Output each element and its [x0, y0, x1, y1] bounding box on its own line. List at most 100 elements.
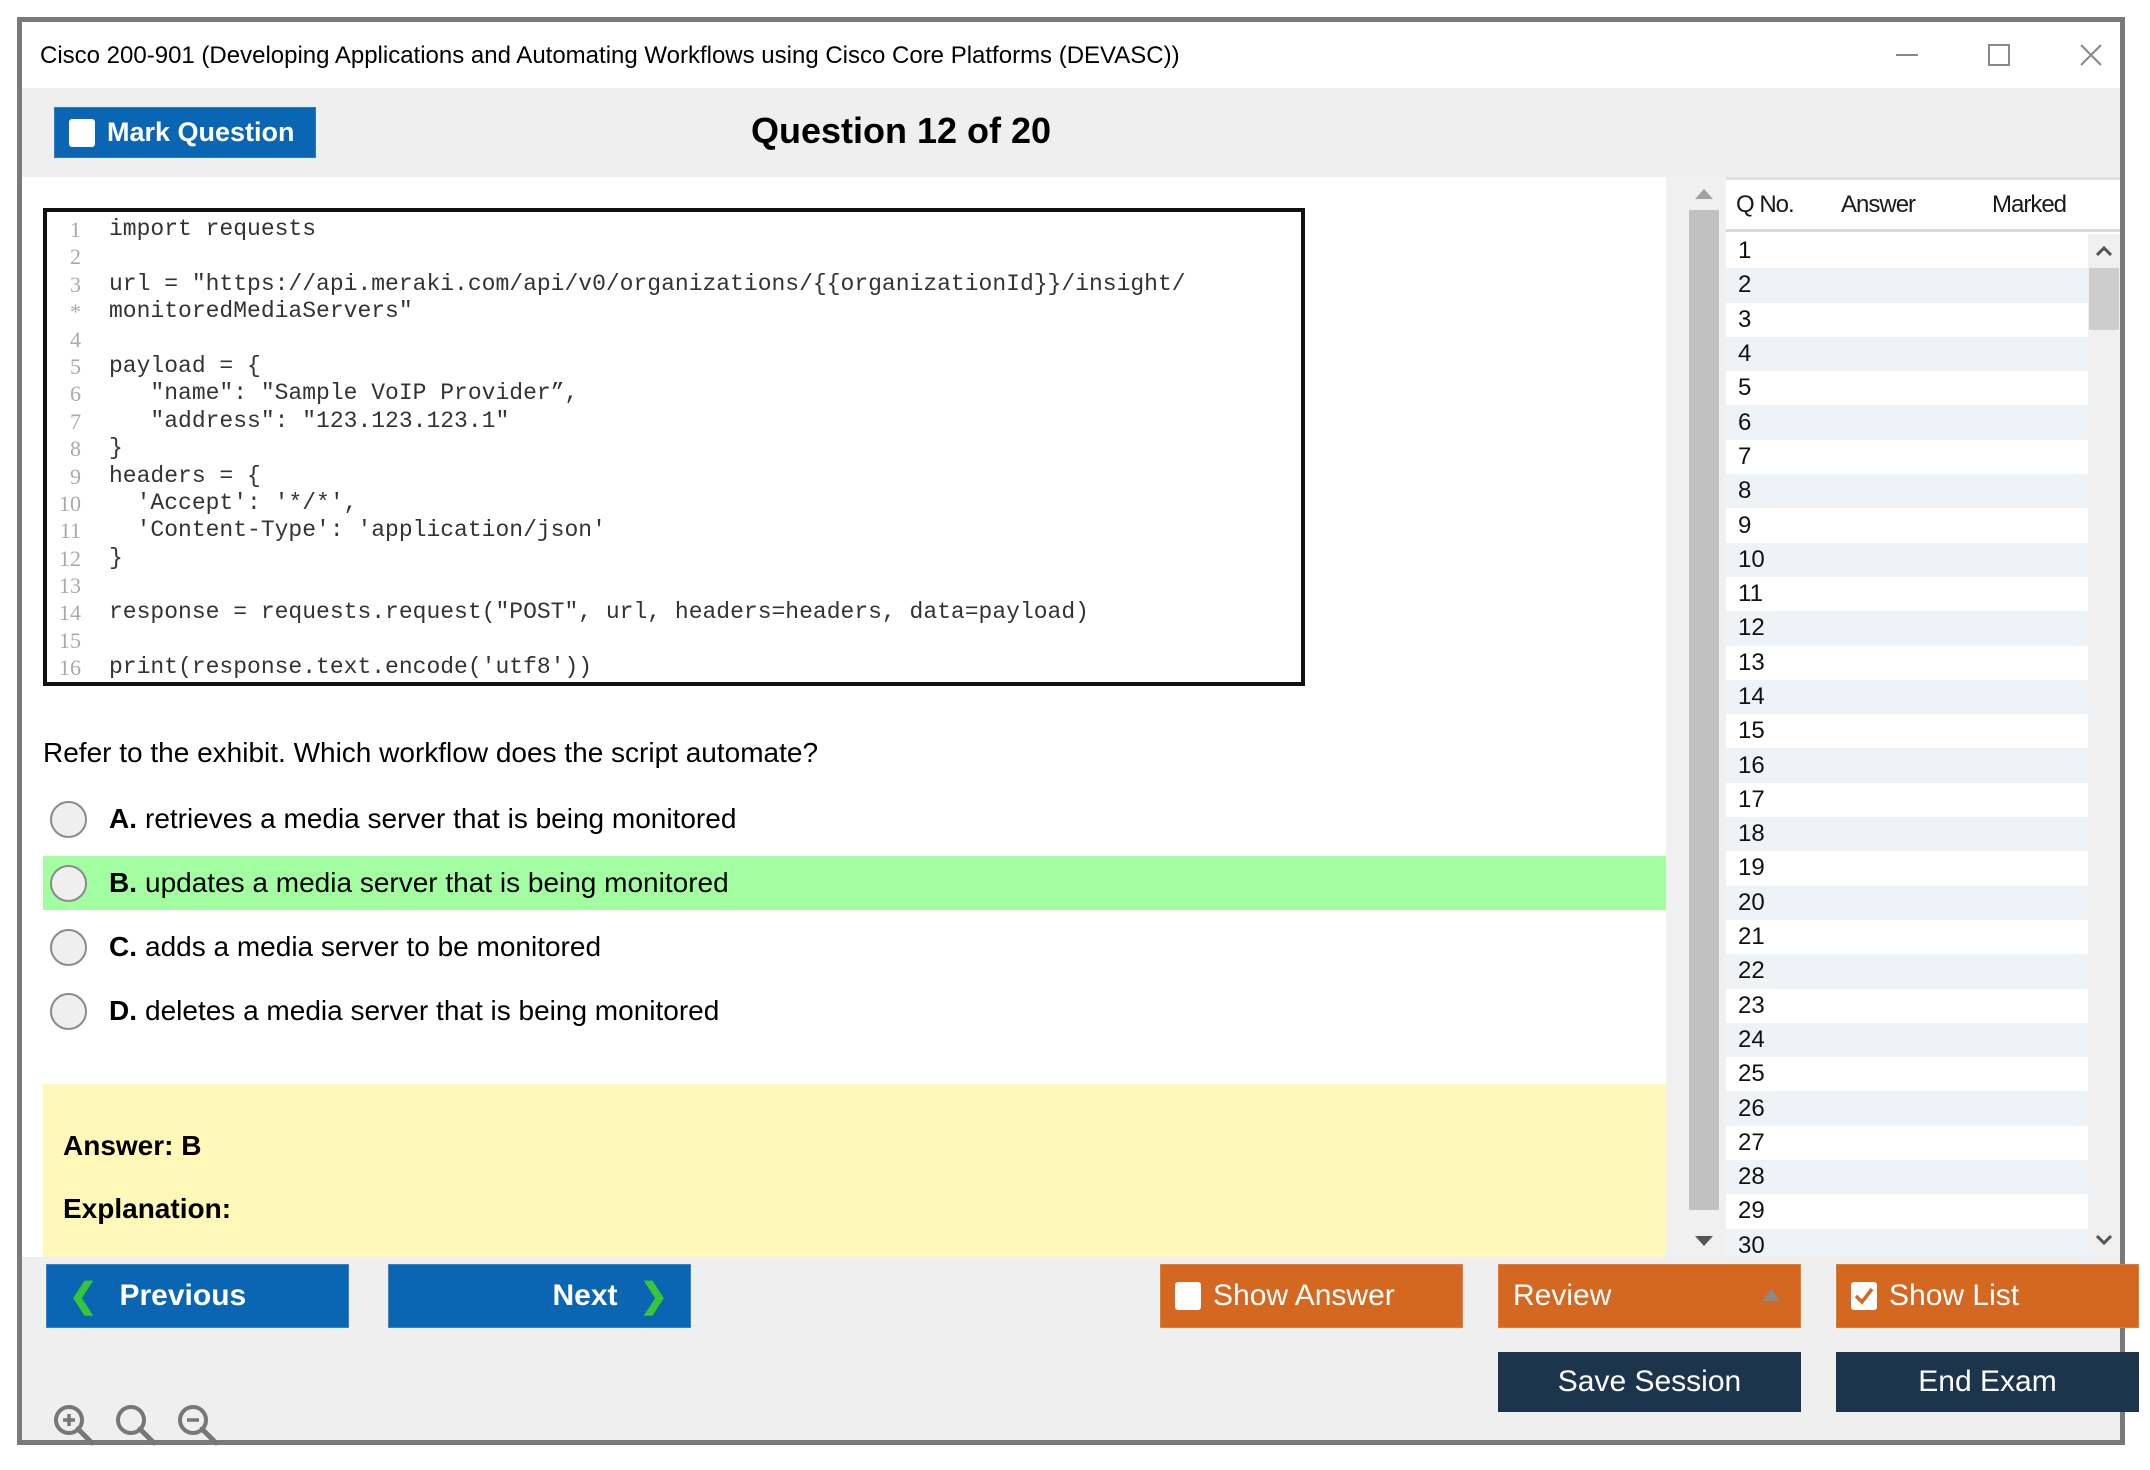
scroll-down-arrow-icon[interactable]	[1686, 1224, 1722, 1257]
line-number: 16	[59, 655, 81, 681]
maximize-icon[interactable]	[1974, 32, 2024, 78]
close-icon[interactable]	[2066, 32, 2116, 78]
question-list-row[interactable]: 28	[1726, 1160, 2088, 1195]
next-button[interactable]: Next ❯	[388, 1264, 691, 1328]
question-number: 24	[1738, 1025, 1765, 1053]
question-list-row[interactable]: 10	[1726, 542, 2088, 577]
question-list-row[interactable]: 24	[1726, 1022, 2088, 1058]
question-number: 25	[1738, 1060, 1765, 1088]
line-number: 15	[59, 627, 81, 653]
question-list-row[interactable]: 6	[1726, 405, 2088, 440]
line-number: 9	[70, 463, 81, 489]
radio-button[interactable]	[50, 928, 87, 966]
question-number: 27	[1738, 1128, 1765, 1156]
code-line: 8}	[47, 435, 1301, 462]
question-list-row[interactable]: 5	[1726, 371, 2088, 405]
line-number: 2	[70, 244, 81, 270]
chevron-right-icon: ❯	[639, 1277, 669, 1315]
option-letter: B.	[109, 867, 137, 898]
chevron-up-icon[interactable]	[2088, 234, 2120, 268]
code-line: 5 payload = {	[47, 353, 1301, 380]
line-number: 4	[70, 326, 81, 352]
previous-button[interactable]: ❮ Previous	[46, 1264, 349, 1328]
show-list-checkbox-icon[interactable]	[1851, 1282, 1877, 1310]
column-marked: Marked	[1992, 190, 2067, 218]
question-list-row[interactable]: 11	[1726, 577, 2088, 611]
show-answer-button[interactable]: Show Answer	[1160, 1264, 1463, 1328]
option-c[interactable]: C. adds a media server to be monitored	[43, 920, 1666, 974]
option-text: updates a media server that is being mon…	[145, 867, 729, 898]
line-number: 14	[59, 600, 81, 626]
exam-window: Cisco 200-901 (Developing Applications a…	[17, 17, 2139, 1447]
question-list-row[interactable]: 16	[1726, 748, 2088, 783]
question-list-row[interactable]: 2	[1726, 268, 2088, 303]
chevron-down-icon[interactable]	[2088, 1223, 2120, 1257]
code-line: * monitoredMediaServers"	[47, 298, 1301, 325]
zoom-out-icon[interactable]	[176, 1403, 220, 1447]
save-session-button[interactable]: Save Session	[1498, 1352, 1801, 1412]
question-list-row[interactable]: 21	[1726, 920, 2088, 954]
line-number: 10	[59, 490, 81, 516]
question-list-row[interactable]: 1	[1726, 234, 2088, 268]
show-answer-checkbox-icon[interactable]	[1175, 1282, 1201, 1310]
option-b[interactable]: B. updates a media server that is being m…	[43, 856, 1666, 910]
question-list-row[interactable]: 26	[1726, 1091, 2088, 1126]
zoom-in-icon[interactable]	[52, 1403, 96, 1447]
question-list-row[interactable]: 14	[1726, 679, 2088, 715]
option-letter: C.	[109, 931, 137, 962]
code-line: 9 headers = {	[47, 463, 1301, 490]
question-list-row[interactable]: 12	[1726, 611, 2088, 646]
question-list-row[interactable]: 19	[1726, 851, 2088, 885]
code-line: 6 "name": "Sample VoIP Provider”,	[47, 380, 1301, 407]
question-content: 1 import requests 2 3 url = "https://api.mer…	[22, 177, 1666, 1257]
question-list-row[interactable]: 9	[1726, 508, 2088, 542]
column-qno: Q No.	[1736, 190, 1795, 218]
question-list-row[interactable]: 15	[1726, 714, 2088, 748]
caret-up-icon	[1762, 1289, 1780, 1301]
question-list-row[interactable]: 3	[1726, 303, 2088, 337]
code-line: 15	[47, 627, 1301, 654]
code-line: 7 "address": "123.123.123.1"	[47, 408, 1301, 435]
question-list-row[interactable]: 13	[1726, 646, 2088, 680]
question-list-row[interactable]: 8	[1726, 474, 2088, 509]
question-list-row[interactable]: 23	[1726, 989, 2088, 1023]
minimize-icon[interactable]	[1882, 32, 1932, 78]
end-exam-button[interactable]: End Exam	[1836, 1352, 2139, 1412]
scroll-thumb[interactable]	[1689, 210, 1719, 1210]
code-line: 13	[47, 572, 1301, 599]
zoom-reset-icon[interactable]	[114, 1403, 158, 1447]
question-list-row[interactable]: 18	[1726, 817, 2088, 852]
question-list-row[interactable]: 4	[1726, 336, 2088, 372]
question-number: 12	[1738, 614, 1765, 642]
radio-button[interactable]	[50, 864, 87, 902]
option-a[interactable]: A. retrieves a media server that is being…	[43, 792, 1666, 846]
question-list-row[interactable]: 30	[1726, 1228, 2088, 1257]
code-text: payload = {	[109, 352, 261, 379]
option-d[interactable]: D. deletes a media server that is being m…	[43, 984, 1666, 1038]
question-number: 28	[1738, 1163, 1765, 1191]
question-list-row[interactable]: 22	[1726, 954, 2088, 989]
show-list-button[interactable]: Show List	[1836, 1264, 2139, 1328]
review-dropdown-button[interactable]: Review	[1498, 1264, 1801, 1328]
question-list-row[interactable]: 29	[1726, 1194, 2088, 1228]
content-scrollbar[interactable]	[1686, 177, 1722, 1257]
chevron-left-icon: ❮	[69, 1277, 98, 1315]
question-list-row[interactable]: 20	[1726, 885, 2088, 920]
list-scroll-thumb[interactable]	[2089, 268, 2119, 330]
radio-button[interactable]	[50, 992, 87, 1030]
line-number: 8	[70, 436, 81, 462]
question-list-scrollbar[interactable]	[2088, 234, 2120, 1257]
question-number: 13	[1738, 648, 1765, 676]
question-list-row[interactable]: 25	[1726, 1057, 2088, 1091]
scroll-up-arrow-icon[interactable]	[1686, 177, 1722, 210]
code-text: print(response.text.encode('utf8'))	[109, 654, 593, 681]
question-number: 6	[1738, 408, 1752, 436]
question-list-row[interactable]: 27	[1726, 1126, 2088, 1160]
radio-button[interactable]	[50, 800, 87, 838]
question-list-row[interactable]: 7	[1726, 440, 2088, 474]
question-list-row[interactable]: 17	[1726, 783, 2088, 817]
title-bar: Cisco 200-901 (Developing Applications a…	[22, 22, 2120, 88]
line-number: 7	[70, 408, 81, 434]
code-text: }	[109, 435, 123, 462]
